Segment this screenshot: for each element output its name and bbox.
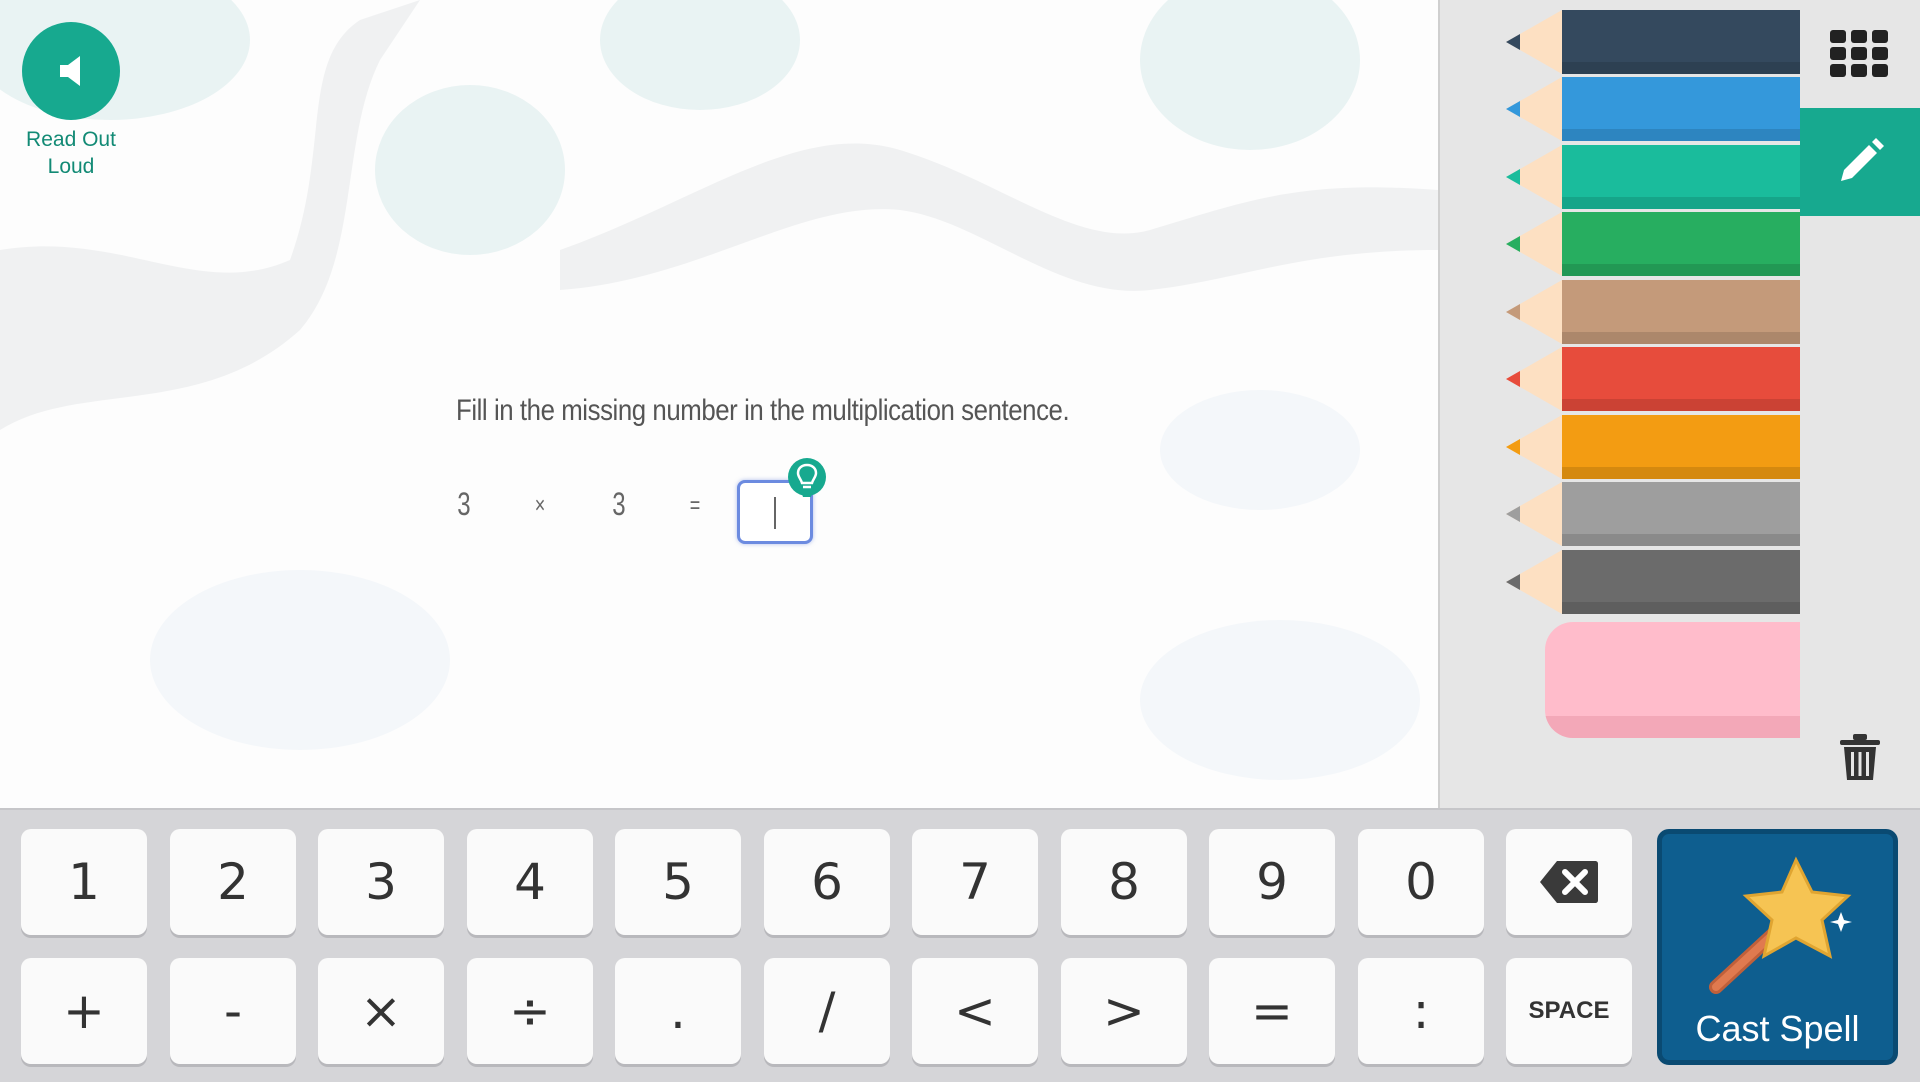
key-label: / (818, 982, 836, 1040)
question-prompt: Fill in the missing number in the multip… (456, 394, 1070, 427)
pencil-icon (1841, 138, 1884, 181)
trash-icon[interactable] (1838, 732, 1882, 782)
pencil-dark-navy[interactable] (1506, 10, 1800, 74)
pencil-red[interactable] (1506, 347, 1800, 411)
key-less-than[interactable]: < (912, 958, 1038, 1064)
key-label: + (63, 982, 105, 1040)
key-label: 3 (365, 853, 397, 911)
key-6[interactable]: 6 (764, 829, 890, 935)
key-7[interactable]: 7 (912, 829, 1038, 935)
key-label: 7 (959, 853, 991, 911)
key-colon[interactable]: : (1358, 958, 1484, 1064)
eraser-tool[interactable] (1545, 622, 1800, 738)
speaker-icon (60, 56, 80, 86)
key-dot[interactable]: . (615, 958, 741, 1064)
key-4[interactable]: 4 (467, 829, 593, 935)
key-equals[interactable]: = (1209, 958, 1335, 1064)
pencil-orange[interactable] (1506, 415, 1800, 479)
pencil-green[interactable] (1506, 212, 1800, 276)
key-label: 5 (662, 853, 694, 911)
key-label: . (670, 982, 686, 1040)
key-3[interactable]: 3 (318, 829, 444, 935)
equation-operator: × (534, 492, 546, 519)
key-label: SPACE (1528, 997, 1610, 1024)
key-8[interactable]: 8 (1061, 829, 1187, 935)
key-label: 1 (68, 853, 100, 911)
text-caret (774, 497, 776, 529)
cast-spell-label: Cast Spell (1695, 1008, 1860, 1049)
key-label: = (1251, 982, 1293, 1040)
key-label: 0 (1405, 853, 1437, 911)
key-2[interactable]: 2 (170, 829, 296, 935)
pencil-dark-gray[interactable] (1506, 550, 1800, 614)
cast-spell-button[interactable]: Cast Spell (1657, 829, 1898, 1065)
magic-wand-icon (1709, 856, 1852, 994)
game-canvas: Read Out Loud Fill in the missing number… (0, 0, 1438, 808)
key-label: > (1103, 982, 1145, 1040)
key-label: 2 (217, 853, 249, 911)
pencil-tan[interactable] (1506, 280, 1800, 344)
key-backspace[interactable] (1506, 829, 1632, 935)
eraser-base (1545, 716, 1800, 738)
equation-equals: = (689, 492, 701, 519)
key-1[interactable]: 1 (21, 829, 147, 935)
key-label: 9 (1256, 853, 1288, 911)
key-slash[interactable]: / (764, 958, 890, 1064)
key-space[interactable]: SPACE (1506, 958, 1632, 1064)
pencil-blue[interactable] (1506, 77, 1800, 141)
key-label: 8 (1108, 853, 1140, 911)
hint-bulb-icon[interactable] (787, 455, 827, 503)
grid-icon[interactable] (1830, 30, 1888, 78)
key-label: < (954, 982, 996, 1040)
read-out-loud[interactable]: Read Out Loud (22, 22, 120, 180)
key-5[interactable]: 5 (615, 829, 741, 935)
backspace-icon (1540, 861, 1598, 903)
pencil-tool-button[interactable] (1800, 108, 1920, 216)
read-out-loud-label: Read Out Loud (26, 128, 116, 178)
equation-factor-1: 3 (457, 486, 471, 522)
key-label: 6 (811, 853, 843, 911)
equation-factor-2: 3 (612, 486, 626, 522)
key-0[interactable]: 0 (1358, 829, 1484, 935)
key-greater-than[interactable]: > (1061, 958, 1187, 1064)
key-9[interactable]: 9 (1209, 829, 1335, 935)
read-out-loud-button[interactable] (22, 22, 120, 120)
pencil-light-gray[interactable] (1506, 482, 1800, 546)
key-label: ÷ (509, 982, 551, 1040)
pencil-teal[interactable] (1506, 145, 1800, 209)
key-label: 4 (514, 853, 546, 911)
key-minus[interactable]: - (170, 958, 296, 1064)
key-times[interactable]: × (318, 958, 444, 1064)
key-label: : (1412, 982, 1430, 1040)
key-plus[interactable]: + (21, 958, 147, 1064)
key-divide[interactable]: ÷ (467, 958, 593, 1064)
key-label: × (360, 982, 402, 1040)
key-label: - (223, 982, 243, 1040)
